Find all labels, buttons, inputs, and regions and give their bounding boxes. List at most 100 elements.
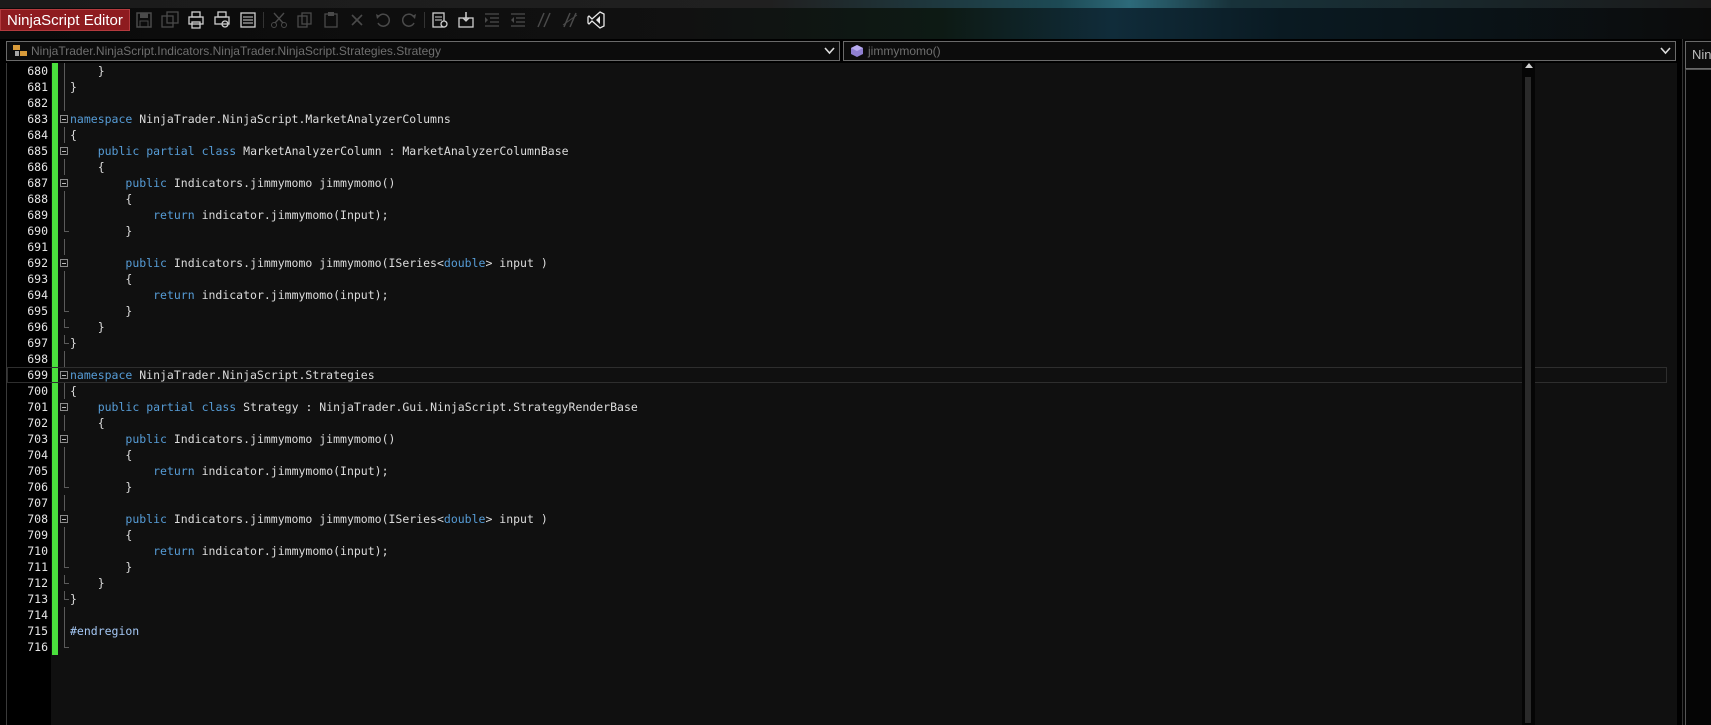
outdent-icon[interactable]: [505, 9, 531, 31]
code-line[interactable]: 705 return indicator.jimmymomo(Input);: [7, 463, 1667, 479]
comment-icon[interactable]: [531, 9, 557, 31]
member-dropdown-value: jimmymomo(): [868, 44, 941, 58]
code-line[interactable]: 695 }: [7, 303, 1667, 319]
indent-icon[interactable]: [479, 9, 505, 31]
title-bar: NinjaScript Editor: [0, 0, 1711, 40]
code-line[interactable]: 710 return indicator.jimmymomo(input);: [7, 543, 1667, 559]
redo-icon[interactable]: [396, 9, 422, 31]
undo-icon[interactable]: [370, 9, 396, 31]
print-icon[interactable]: [183, 9, 209, 31]
line-number: 686: [27, 160, 48, 174]
code-line[interactable]: 702 {: [7, 415, 1667, 431]
code-line[interactable]: 708 public Indicators.jimmymomo jimmymom…: [7, 511, 1667, 527]
code-line[interactable]: 694 return indicator.jimmymomo(input);: [7, 287, 1667, 303]
code-line[interactable]: 687 public Indicators.jimmymomo jimmymom…: [7, 175, 1667, 191]
code-line[interactable]: 711 }: [7, 559, 1667, 575]
visual-studio-icon[interactable]: [583, 9, 609, 31]
toolbar: [131, 9, 609, 31]
code-line[interactable]: 688 {: [7, 191, 1667, 207]
collapse-region-icon[interactable]: [60, 115, 68, 123]
line-number: 689: [27, 208, 48, 222]
code-line[interactable]: 700 {: [7, 383, 1667, 399]
chevron-down-icon[interactable]: [1660, 46, 1671, 55]
code-line[interactable]: 715 #endregion: [7, 623, 1667, 639]
code-line[interactable]: 704 {: [7, 447, 1667, 463]
fold-guide-end: [64, 559, 69, 568]
code-line[interactable]: 698: [7, 351, 1667, 367]
vertical-scrollbar[interactable]: [1522, 63, 1535, 725]
fold-guide: [64, 415, 65, 431]
code-line[interactable]: 713}: [7, 591, 1667, 607]
code-line[interactable]: 703 public Indicators.jimmymomo jimmymom…: [7, 431, 1667, 447]
fold-guide-end: [64, 479, 69, 488]
print-preview-icon[interactable]: [209, 9, 235, 31]
code-line[interactable]: 697}: [7, 335, 1667, 351]
class-dropdown[interactable]: NinjaTrader.NinjaScript.Indicators.Ninja…: [6, 41, 840, 61]
fold-guide: [64, 447, 65, 463]
compile-icon[interactable]: [453, 9, 479, 31]
code-line[interactable]: 707: [7, 495, 1667, 511]
collapse-region-icon[interactable]: [60, 371, 68, 379]
line-number: 688: [27, 192, 48, 206]
collapse-region-icon[interactable]: [60, 259, 68, 267]
save-icon[interactable]: [131, 9, 157, 31]
code-line[interactable]: 714: [7, 607, 1667, 623]
fold-guide: [64, 63, 65, 79]
collapse-region-icon[interactable]: [60, 179, 68, 187]
code-line[interactable]: 699 namespace NinjaTrader.NinjaScript.Str…: [7, 367, 1667, 383]
code-line[interactable]: 681}: [7, 79, 1667, 95]
page-setup-icon[interactable]: [235, 9, 261, 31]
code-editor[interactable]: 680 } 681} 682 683 namespace NinjaTrader.Nin…: [6, 63, 1677, 725]
method-icon: [851, 45, 863, 57]
code-line[interactable]: 709 {: [7, 527, 1667, 543]
uncomment-icon[interactable]: [557, 9, 583, 31]
code-area[interactable]: 680 } 681} 682 683 namespace NinjaTrader.Nin…: [7, 63, 1667, 655]
code-line[interactable]: 686 {: [7, 159, 1667, 175]
code-line[interactable]: 691: [7, 239, 1667, 255]
code-text: }: [70, 304, 133, 318]
scrollbar-thumb[interactable]: [1525, 77, 1531, 723]
find-icon[interactable]: [427, 9, 453, 31]
code-line[interactable]: 685 public partial class MarketAnalyzerC…: [7, 143, 1667, 159]
fold-guide: [64, 239, 65, 255]
paste-icon[interactable]: [318, 9, 344, 31]
fold-guide: [64, 495, 65, 511]
collapse-region-icon[interactable]: [60, 147, 68, 155]
code-line[interactable]: 716: [7, 639, 1667, 655]
code-line[interactable]: 696 }: [7, 319, 1667, 335]
tab-ninjascript-explorer[interactable]: Ninja: [1685, 41, 1711, 69]
fold-guide-end: [64, 335, 69, 344]
code-line[interactable]: 682: [7, 95, 1667, 111]
code-line[interactable]: 683 namespace NinjaTrader.NinjaScript.Mar…: [7, 111, 1667, 127]
collapse-region-icon[interactable]: [60, 515, 68, 523]
code-text: {: [70, 272, 133, 286]
cut-icon[interactable]: [266, 9, 292, 31]
code-line[interactable]: 701 public partial class Strategy : Ninj…: [7, 399, 1667, 415]
collapse-region-icon[interactable]: [60, 403, 68, 411]
delete-icon[interactable]: [344, 9, 370, 31]
line-number: 691: [27, 240, 48, 254]
fold-guide: [64, 159, 65, 175]
code-line[interactable]: 680 }: [7, 63, 1667, 79]
line-number: 690: [27, 224, 48, 238]
ninjascript-explorer-panel: Ninja: [1682, 39, 1711, 725]
chevron-down-icon[interactable]: [824, 46, 835, 55]
code-line[interactable]: 693 {: [7, 271, 1667, 287]
code-line[interactable]: 712 }: [7, 575, 1667, 591]
save-all-icon[interactable]: [157, 9, 183, 31]
fold-guide-end: [64, 591, 69, 600]
copy-icon[interactable]: [292, 9, 318, 31]
code-line[interactable]: 692 public Indicators.jimmymomo jimmymom…: [7, 255, 1667, 271]
line-number: 687: [27, 176, 48, 190]
scroll-up-icon[interactable]: [1525, 63, 1533, 68]
code-line[interactable]: 690 }: [7, 223, 1667, 239]
code-text: public Indicators.jimmymomo jimmymomo(IS…: [125, 512, 548, 526]
line-number: 699: [27, 368, 48, 382]
code-text: public Indicators.jimmymomo jimmymomo(): [125, 176, 396, 190]
code-line[interactable]: 684 {: [7, 127, 1667, 143]
fold-guide: [64, 527, 65, 543]
collapse-region-icon[interactable]: [60, 435, 68, 443]
code-line[interactable]: 706 }: [7, 479, 1667, 495]
code-line[interactable]: 689 return indicator.jimmymomo(Input);: [7, 207, 1667, 223]
member-dropdown[interactable]: jimmymomo(): [843, 41, 1676, 61]
